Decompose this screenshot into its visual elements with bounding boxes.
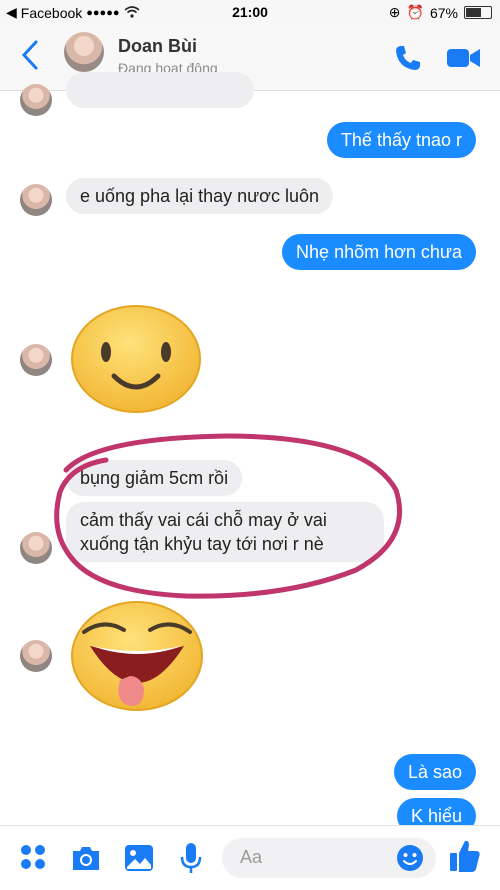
apps-grid-icon[interactable] xyxy=(20,844,46,875)
message-bubble-outgoing: Nhẹ nhõm hơn chưa xyxy=(282,234,476,270)
battery-fill xyxy=(466,8,481,17)
image-icon[interactable] xyxy=(124,844,154,877)
back-chevron-icon[interactable] xyxy=(20,38,40,78)
message-composer: Aa xyxy=(0,825,500,890)
contact-avatar-small xyxy=(20,344,52,376)
battery-percent: 67% xyxy=(429,4,458,21)
contact-avatar-small xyxy=(20,84,52,116)
grinning-tongue-face-emoji xyxy=(70,600,204,717)
message-list[interactable]: Thế thấy tnao r e uống pha lại thay nươc… xyxy=(0,72,500,834)
battery-icon xyxy=(464,6,492,19)
message-bubble-outgoing: Thế thấy tnao r xyxy=(326,122,476,158)
contact-name[interactable]: Doan Bùi xyxy=(118,36,197,57)
contact-avatar-small xyxy=(20,640,52,672)
smiling-face-emoji xyxy=(70,304,202,419)
phone-icon[interactable] xyxy=(392,42,424,74)
hand-drawn-circle-annotation xyxy=(54,433,402,599)
microphone-icon[interactable] xyxy=(180,842,202,879)
video-camera-icon[interactable] xyxy=(446,44,482,72)
status-right: ⊕ ⏰ 67% xyxy=(389,4,492,21)
thumbs-up-icon[interactable] xyxy=(448,838,482,879)
alarm-icon: ⏰ xyxy=(406,4,424,20)
emoji-icon[interactable] xyxy=(396,844,424,877)
message-bubble-partial xyxy=(66,72,254,108)
lock-rotation-icon: ⊕ xyxy=(388,4,401,20)
message-input-placeholder: Aa xyxy=(240,847,263,867)
contact-avatar[interactable] xyxy=(64,32,104,72)
camera-icon[interactable] xyxy=(70,844,102,877)
message-bubble-incoming: e uống pha lại thay nươc luôn xyxy=(66,178,334,214)
message-bubble-outgoing: Là sao xyxy=(393,754,476,790)
contact-avatar-small xyxy=(20,184,52,216)
status-bar: ◀ Facebook ●●●●● 21:00 ⊕ ⏰ 67% xyxy=(0,0,500,26)
